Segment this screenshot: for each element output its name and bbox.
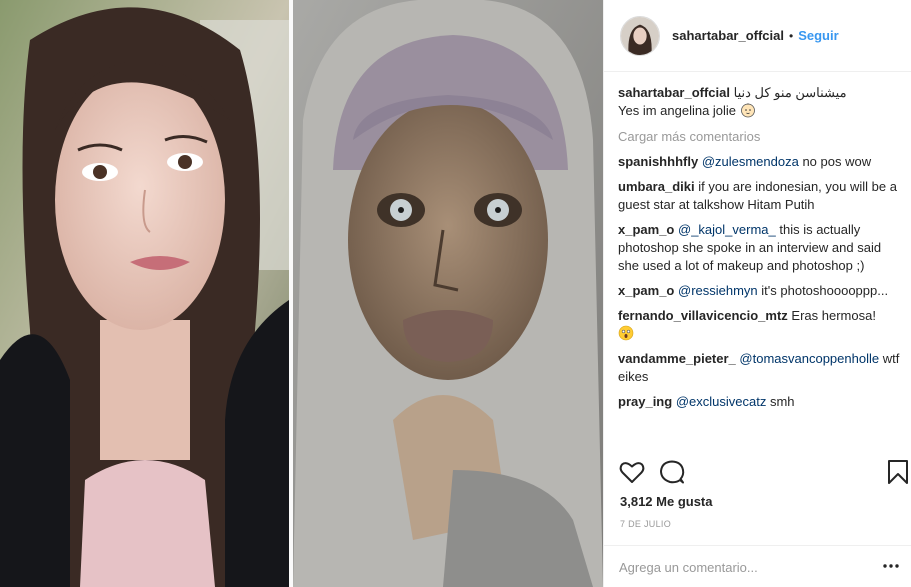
follow-button[interactable]: Seguir: [798, 28, 838, 43]
post-image-area[interactable]: [0, 0, 603, 587]
comment-input[interactable]: [619, 552, 859, 582]
astonished-emoji-icon: [618, 325, 634, 341]
comment-mention[interactable]: @ressiehmyn: [678, 283, 758, 298]
comment-item: vandamme_pieter_ @tomasvancoppenholle wt…: [618, 350, 900, 386]
likes-count[interactable]: 3,812 Me gusta: [620, 494, 713, 509]
post-caption: sahartabar_offcial میشناسن منو کل دنیا Y…: [618, 84, 900, 120]
bookmark-icon[interactable]: [884, 458, 911, 486]
baby-emoji-icon: [740, 103, 755, 118]
right-portrait-photo: [293, 0, 603, 587]
left-portrait-image: [0, 0, 289, 587]
post-header: sahartabar_offcial • Seguir: [604, 0, 911, 72]
comment-item: x_pam_o @_kajol_verma_ this is actually …: [618, 221, 900, 275]
comment-username[interactable]: x_pam_o: [618, 283, 674, 298]
caption-text-line2: Yes im angelina jolie: [618, 103, 737, 118]
caption-username[interactable]: sahartabar_offcial: [618, 85, 730, 100]
comment-item: spanishhhfly @zulesmendoza no pos wow: [618, 153, 900, 171]
load-more-comments-button[interactable]: Cargar más comentarios: [618, 128, 900, 146]
comment-mention[interactable]: @_kajol_verma_: [678, 222, 776, 237]
comment-text: no pos wow: [798, 154, 872, 169]
comment-mention[interactable]: @tomasvancoppenholle: [739, 351, 879, 366]
comment-bubble-icon[interactable]: [658, 458, 686, 486]
comment-text: smh: [766, 394, 795, 409]
comment-username[interactable]: spanishhhfly: [618, 154, 698, 169]
comment-text: Eras hermosa!: [787, 308, 876, 323]
avatar-image: [621, 16, 659, 55]
more-options-icon[interactable]: [882, 559, 900, 573]
post-side-panel: sahartabar_offcial • Seguir sahartabar_o…: [603, 0, 911, 587]
comment-username[interactable]: fernando_villavicencio_mtz: [618, 308, 788, 323]
post-actions-bar: [618, 458, 908, 488]
header-separator: •: [789, 28, 794, 43]
header-username[interactable]: sahartabar_offcial: [672, 28, 784, 43]
comment-item: umbara_diki if you are indonesian, you w…: [618, 178, 900, 214]
comment-text: it's photoshooooppp...: [757, 283, 889, 298]
add-comment-bar: [604, 545, 911, 587]
caption-text-line1: میشناسن منو کل دنیا: [733, 85, 847, 100]
comment-item: fernando_villavicencio_mtz Eras hermosa!: [618, 307, 900, 343]
comment-item: x_pam_o @ressiehmyn it's photoshooooppp.…: [618, 282, 900, 300]
post-date[interactable]: 7 DE JULIO: [620, 519, 671, 529]
comment-item: pray_ing @exclusivecatz smh: [618, 393, 900, 411]
comment-mention[interactable]: @zulesmendoza: [702, 154, 799, 169]
comments-list[interactable]: sahartabar_offcial میشناسن منو کل دنیا Y…: [618, 84, 900, 456]
right-portrait-image: [293, 0, 603, 587]
avatar[interactable]: [620, 15, 660, 56]
comment-username[interactable]: pray_ing: [618, 394, 672, 409]
left-portrait-photo: [0, 0, 289, 587]
comment-username[interactable]: umbara_diki: [618, 179, 695, 194]
heart-icon[interactable]: [618, 458, 646, 486]
comment-mention[interactable]: @exclusivecatz: [676, 394, 767, 409]
comment-username[interactable]: vandamme_pieter_: [618, 351, 736, 366]
comment-username[interactable]: x_pam_o: [618, 222, 674, 237]
